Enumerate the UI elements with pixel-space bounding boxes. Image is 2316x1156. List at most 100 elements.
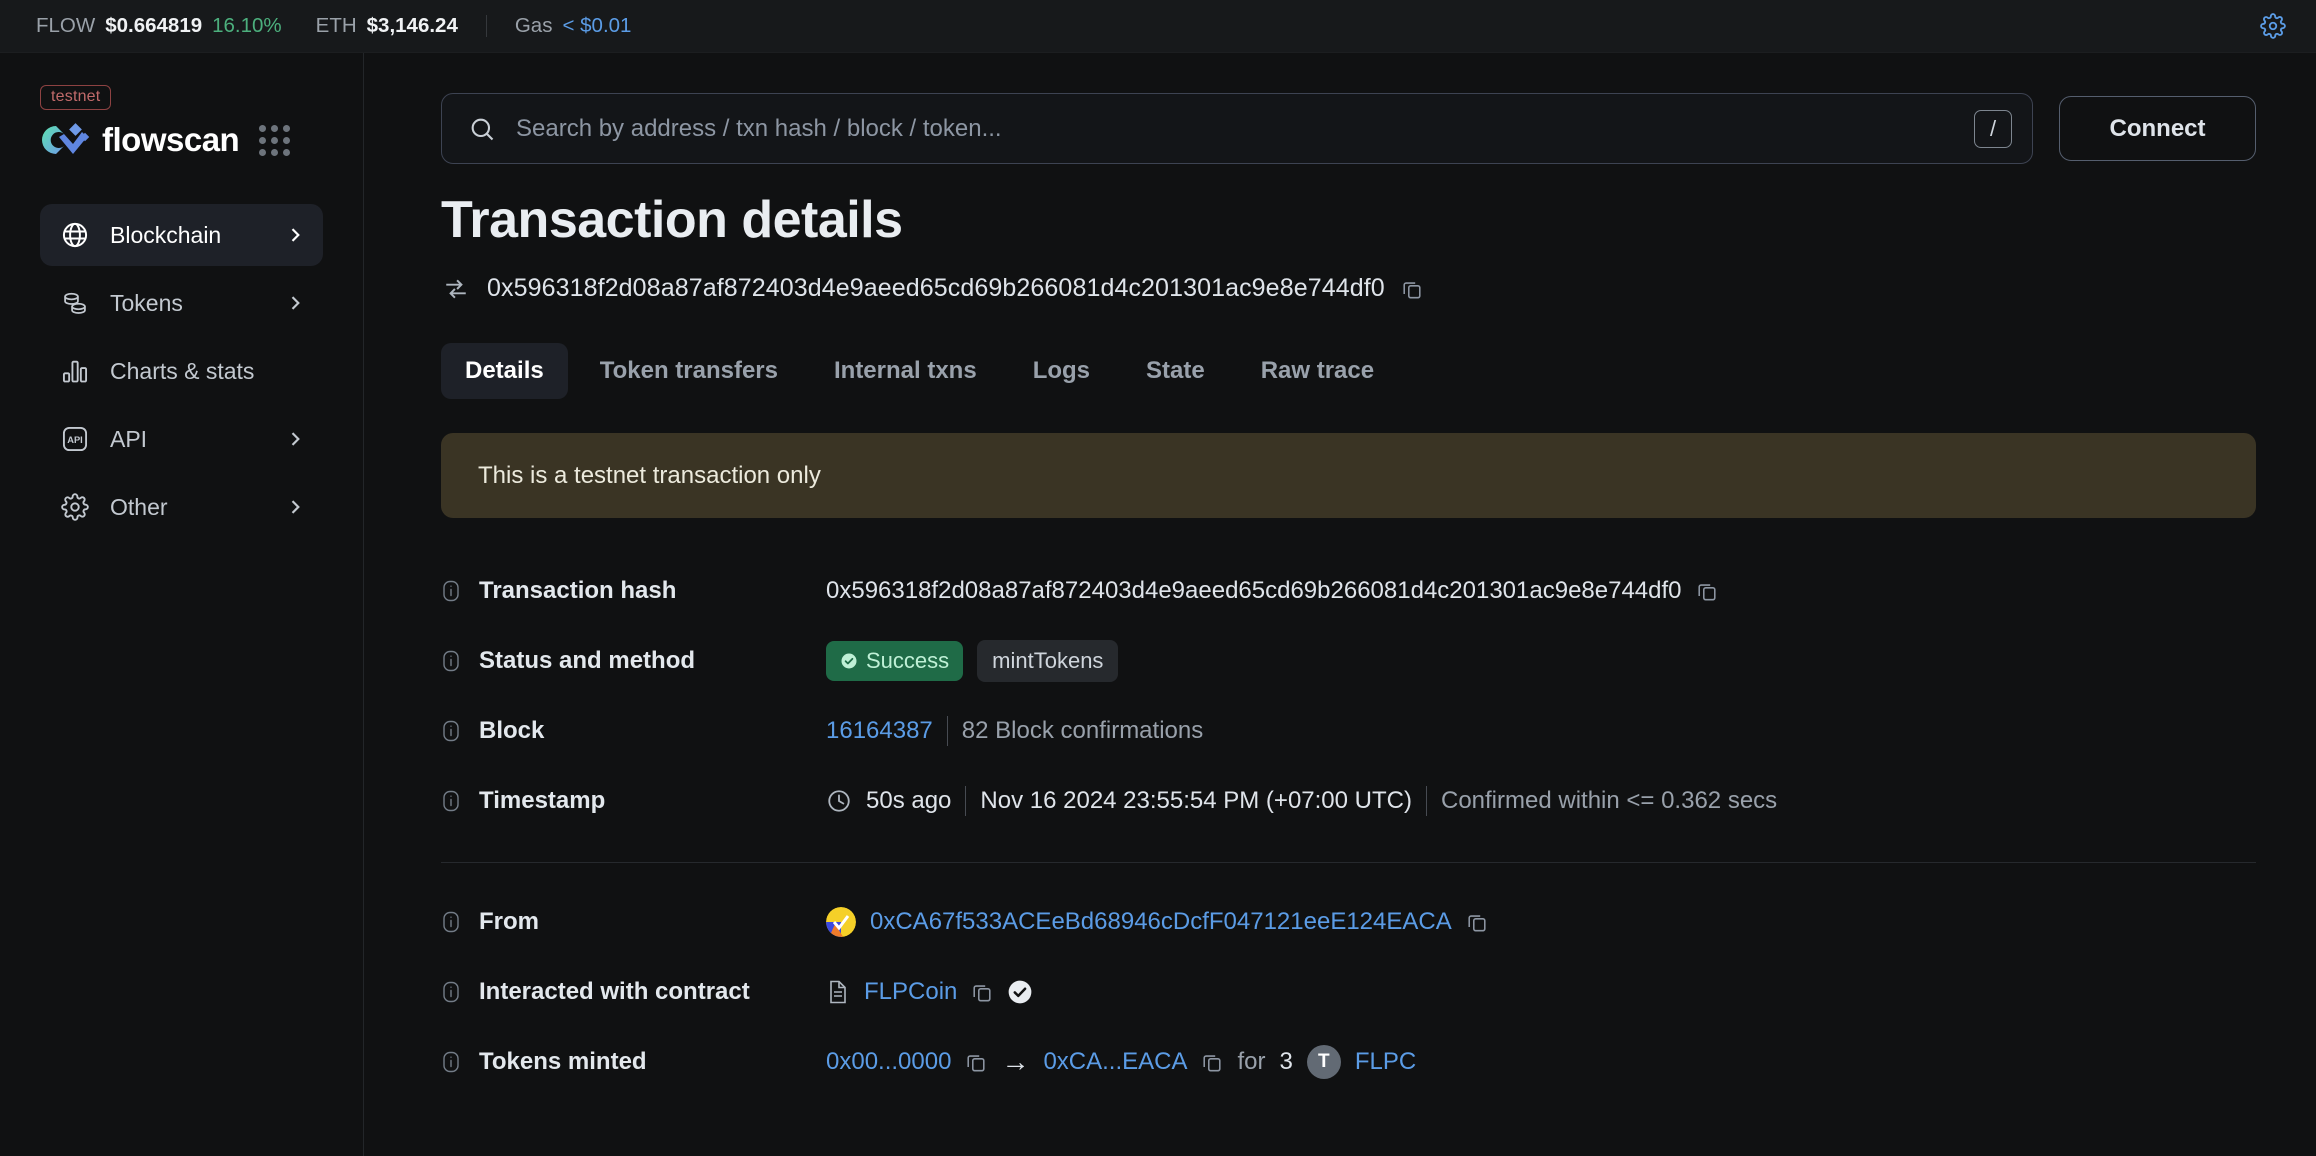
detail-value: Success mintTokens [826, 640, 1119, 682]
avatar [826, 907, 856, 937]
detail-value: 0x596318f2d08a87af872403d4e9aeed65cd69b2… [826, 577, 1718, 605]
info-icon[interactable] [441, 1051, 461, 1073]
copy-icon[interactable] [1466, 911, 1488, 933]
detail-row-transaction-hash: Transaction hash 0x596318f2d08a87af87240… [441, 556, 2256, 626]
sidebar-item-label: API [110, 425, 148, 452]
connect-button[interactable]: Connect [2059, 96, 2256, 161]
token-amount: 3 [1279, 1048, 1293, 1075]
sidebar-item-other[interactable]: Other [40, 476, 323, 538]
sidebar: testnet flowscan Blockchain Tokens Chart… [0, 53, 364, 1156]
detail-row-timestamp: Timestamp 50s ago Nov 16 2024 23:55:54 P… [441, 766, 2256, 836]
tab-token-transfers[interactable]: Token transfers [576, 343, 802, 399]
detail-label: Timestamp [441, 787, 826, 815]
network-badge: testnet [40, 85, 112, 110]
detail-row-block: Block 16164387 82 Block confirmations [441, 696, 2256, 766]
top-stats-bar: FLOW $0.664819 16.10% ETH $3,146.24 Gas … [0, 0, 2316, 53]
sidebar-item-label: Charts & stats [110, 357, 255, 384]
value-divider [1425, 786, 1427, 816]
price-ticker: FLOW $0.664819 16.10% ETH $3,146.24 Gas … [36, 14, 631, 38]
sidebar-item-api[interactable]: API API [40, 408, 323, 470]
token-symbol-link[interactable]: FLPC [1355, 1048, 1416, 1076]
info-icon[interactable] [441, 981, 461, 1003]
info-icon[interactable] [441, 580, 461, 602]
info-icon[interactable] [441, 720, 461, 742]
tab-internal-txns[interactable]: Internal txns [810, 343, 1001, 399]
from-address-link[interactable]: 0xCA67f533ACEeBd68946cDcfF047121eeE124EA… [870, 908, 1452, 936]
ticker-divider [485, 15, 487, 37]
detail-label-text: Interacted with contract [479, 978, 750, 1005]
detail-label: Transaction hash [441, 577, 826, 605]
tab-raw-trace[interactable]: Raw trace [1237, 343, 1398, 399]
sidebar-item-charts-stats[interactable]: Charts & stats [40, 340, 323, 402]
sidebar-item-blockchain[interactable]: Blockchain [40, 204, 323, 266]
block-number-link[interactable]: 16164387 [826, 717, 933, 745]
status-badge: Success [826, 641, 964, 681]
sidebar-item-label: Blockchain [110, 221, 222, 248]
detail-label: From [441, 908, 826, 936]
detail-value: 16164387 82 Block confirmations [826, 716, 1203, 746]
grid-dots-icon[interactable] [259, 124, 291, 156]
eth-label: ETH [315, 14, 357, 37]
copy-icon[interactable] [971, 981, 993, 1003]
value-divider [965, 786, 967, 816]
status-badge-text: Success [866, 648, 950, 673]
tab-logs[interactable]: Logs [1009, 343, 1114, 399]
info-icon[interactable] [441, 911, 461, 933]
check-circle-icon [841, 653, 857, 669]
chevron-right-icon [285, 497, 305, 517]
bar-chart-icon [58, 357, 92, 385]
detail-label-text: Transaction hash [479, 577, 677, 604]
gas-value: < $0.01 [562, 14, 632, 37]
flowscan-mark-icon [42, 123, 90, 154]
chevron-right-icon [285, 225, 305, 245]
detail-label-text: Timestamp [479, 787, 606, 814]
detail-row-interacted-with-contract: Interacted with contract FLPCoin [441, 957, 2256, 1027]
info-icon[interactable] [441, 790, 461, 812]
sidebar-item-label: Other [110, 493, 168, 520]
token-avatar: T [1306, 1045, 1341, 1079]
copy-icon[interactable] [1696, 580, 1718, 602]
tab-bar: Details Token transfers Internal txns Lo… [441, 343, 2256, 399]
detail-label-text: Tokens minted [479, 1048, 647, 1075]
verified-contract-icon [1007, 979, 1033, 1005]
info-icon[interactable] [441, 650, 461, 672]
app-root: FLOW $0.664819 16.10% ETH $3,146.24 Gas … [0, 0, 2316, 1156]
copy-icon[interactable] [1201, 1051, 1223, 1073]
tab-details[interactable]: Details [441, 343, 568, 399]
method-badge: mintTokens [977, 640, 1119, 682]
flow-price: $0.664819 [105, 14, 203, 37]
testnet-notice-banner: This is a testnet transaction only [441, 433, 2256, 518]
main-content: / Connect Transaction details 0x596318f2… [364, 53, 2316, 1156]
section-divider [441, 862, 2256, 863]
timestamp-absolute: Nov 16 2024 23:55:54 PM (+07:00 UTC) [980, 787, 1412, 814]
detail-value: 50s ago Nov 16 2024 23:55:54 PM (+07:00 … [826, 786, 1777, 816]
copy-icon[interactable] [965, 1051, 987, 1073]
search-input[interactable] [516, 114, 1974, 143]
coins-icon [58, 289, 92, 317]
search-icon [468, 115, 496, 143]
page-body: testnet flowscan Blockchain Tokens Chart… [0, 53, 2316, 1156]
detail-value: FLPCoin [826, 978, 1033, 1006]
tab-state[interactable]: State [1122, 343, 1229, 399]
confirmed-within: Confirmed within <= 0.362 secs [1440, 787, 1778, 814]
brand-name: flowscan [102, 121, 240, 158]
search-box[interactable]: / [441, 93, 2033, 164]
block-confirmations: 82 Block confirmations [961, 717, 1204, 744]
detail-label-text: Block [479, 717, 545, 744]
detail-row-from: From 0xCA67f533ACEeBd68946cDcfF047121eeE… [441, 887, 2256, 957]
detail-value: 0xCA67f533ACEeBd68946cDcfF047121eeE124EA… [826, 907, 1488, 937]
tokens-minted-to-link[interactable]: 0xCA...EACA [1043, 1048, 1187, 1076]
tokens-minted-from-link[interactable]: 0x00...0000 [826, 1048, 951, 1076]
transaction-hash-header: 0x596318f2d08a87af872403d4e9aeed65cd69b2… [441, 274, 2256, 303]
details-list: Transaction hash 0x596318f2d08a87af87240… [441, 556, 2256, 1097]
gas-label: Gas [514, 14, 553, 37]
copy-icon[interactable] [1401, 278, 1423, 300]
contract-name-link[interactable]: FLPCoin [864, 978, 957, 1006]
flowscan-logo[interactable]: flowscan [40, 120, 240, 160]
detail-label: Tokens minted [441, 1048, 826, 1076]
sidebar-item-tokens[interactable]: Tokens [40, 272, 323, 334]
gear-icon[interactable] [2258, 11, 2288, 41]
detail-value: 0x00...0000 → 0xCA...EACA for 3 T FLPC [826, 1045, 1416, 1079]
clock-icon [826, 788, 852, 814]
page-title: Transaction details [441, 191, 903, 249]
